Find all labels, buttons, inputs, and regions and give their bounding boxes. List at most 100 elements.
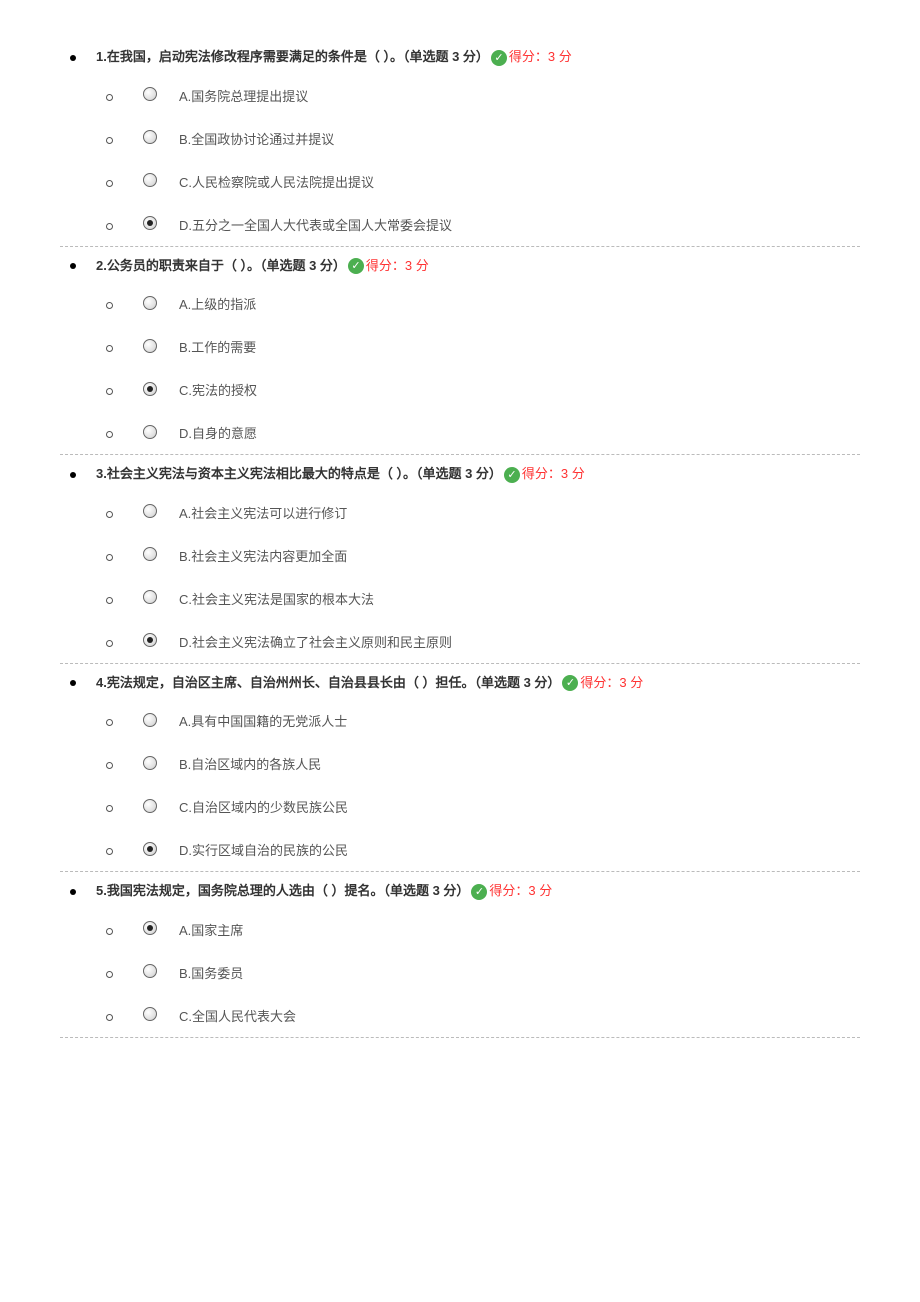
option-row: A.具有中国国籍的无党派人士 — [60, 697, 860, 740]
option-text: D.社会主义宪法确立了社会主义原则和民主原则 — [179, 635, 452, 650]
option-row: B.工作的需要 — [60, 323, 860, 366]
radio-button[interactable] — [143, 87, 157, 101]
radio-button[interactable] — [143, 173, 157, 187]
divider — [60, 246, 860, 247]
bullet-disc-icon — [70, 680, 76, 686]
divider — [60, 1037, 860, 1038]
radio-button[interactable] — [143, 130, 157, 144]
option-row: D.五分之一全国人大代表或全国人大常委会提议 — [60, 201, 860, 244]
option-row: A.社会主义宪法可以进行修订 — [60, 489, 860, 532]
question-text: 4.宪法规定，自治区主席、自治州州长、自治县县长由（ ）担任。（单选题 3 分） — [96, 675, 560, 690]
question-text: 1.在我国，启动宪法修改程序需要满足的条件是（ ）。（单选题 3 分） — [96, 49, 489, 64]
option-text: A.具有中国国籍的无党派人士 — [179, 714, 347, 729]
radio-button[interactable] — [143, 756, 157, 770]
option-text: D.五分之一全国人大代表或全国人大常委会提议 — [179, 218, 452, 233]
bullet-disc-icon — [70, 263, 76, 269]
option-row: B.自治区域内的各族人民 — [60, 740, 860, 783]
option-text: B.自治区域内的各族人民 — [179, 757, 321, 772]
option-row: C.自治区域内的少数民族公民 — [60, 783, 860, 826]
option-row: A.国务院总理提出提议 — [60, 72, 860, 115]
radio-button[interactable] — [143, 425, 157, 439]
bullet-circle-icon — [106, 597, 113, 604]
check-icon: ✓ — [348, 258, 364, 274]
bullet-circle-icon — [106, 762, 113, 769]
option-text: C.自治区域内的少数民族公民 — [179, 800, 348, 815]
option-row: D.社会主义宪法确立了社会主义原则和民主原则 — [60, 618, 860, 661]
radio-button[interactable] — [143, 799, 157, 813]
question-row: 2.公务员的职责来自于（ ）。（单选题 3 分）✓得分：3 分 — [60, 249, 860, 281]
score-label: 得分：3 分 — [366, 258, 429, 273]
radio-button[interactable] — [143, 713, 157, 727]
bullet-disc-icon — [70, 55, 76, 61]
option-row: D.实行区域自治的民族的公民 — [60, 826, 860, 869]
option-text: D.实行区域自治的民族的公民 — [179, 843, 348, 858]
radio-button[interactable] — [143, 633, 157, 647]
score-label: 得分：3 分 — [522, 466, 585, 481]
option-text: A.国务院总理提出提议 — [179, 89, 308, 104]
question-row: 3.社会主义宪法与资本主义宪法相比最大的特点是（ ）。（单选题 3 分）✓得分：… — [60, 457, 860, 489]
option-text: A.上级的指派 — [179, 297, 256, 312]
bullet-circle-icon — [106, 554, 113, 561]
radio-button[interactable] — [143, 964, 157, 978]
bullet-disc-icon — [70, 472, 76, 478]
radio-button[interactable] — [143, 842, 157, 856]
bullet-disc-icon — [70, 889, 76, 895]
option-row: C.社会主义宪法是国家的根本大法 — [60, 575, 860, 618]
option-row: A.国家主席 — [60, 906, 860, 949]
radio-button[interactable] — [143, 296, 157, 310]
radio-button[interactable] — [143, 504, 157, 518]
option-row: C.全国人民代表大会 — [60, 992, 860, 1035]
radio-button[interactable] — [143, 382, 157, 396]
question-text: 5.我国宪法规定，国务院总理的人选由（ ）提名。（单选题 3 分） — [96, 883, 469, 898]
bullet-circle-icon — [106, 388, 113, 395]
option-row: B.国务委员 — [60, 949, 860, 992]
option-text: C.宪法的授权 — [179, 383, 257, 398]
bullet-circle-icon — [106, 719, 113, 726]
bullet-circle-icon — [106, 848, 113, 855]
option-text: C.人民检察院或人民法院提出提议 — [179, 175, 374, 190]
option-text: B.工作的需要 — [179, 340, 256, 355]
bullet-circle-icon — [106, 223, 113, 230]
option-text: B.国务委员 — [179, 966, 243, 981]
question-text: 2.公务员的职责来自于（ ）。（单选题 3 分） — [96, 258, 346, 273]
option-row: A.上级的指派 — [60, 280, 860, 323]
option-row: C.宪法的授权 — [60, 366, 860, 409]
bullet-circle-icon — [106, 1014, 113, 1021]
radio-button[interactable] — [143, 547, 157, 561]
option-text: A.国家主席 — [179, 923, 243, 938]
bullet-circle-icon — [106, 302, 113, 309]
bullet-circle-icon — [106, 511, 113, 518]
bullet-circle-icon — [106, 640, 113, 647]
bullet-circle-icon — [106, 137, 113, 144]
question-row: 5.我国宪法规定，国务院总理的人选由（ ）提名。（单选题 3 分）✓得分：3 分 — [60, 874, 860, 906]
divider — [60, 454, 860, 455]
bullet-circle-icon — [106, 94, 113, 101]
radio-button[interactable] — [143, 590, 157, 604]
option-row: D.自身的意愿 — [60, 409, 860, 452]
option-text: C.社会主义宪法是国家的根本大法 — [179, 592, 374, 607]
divider — [60, 663, 860, 664]
score-label: 得分：3 分 — [489, 883, 552, 898]
question-text: 3.社会主义宪法与资本主义宪法相比最大的特点是（ ）。（单选题 3 分） — [96, 466, 502, 481]
bullet-circle-icon — [106, 805, 113, 812]
option-row: B.社会主义宪法内容更加全面 — [60, 532, 860, 575]
option-text: D.自身的意愿 — [179, 426, 257, 441]
radio-button[interactable] — [143, 921, 157, 935]
check-icon: ✓ — [471, 884, 487, 900]
divider — [60, 871, 860, 872]
option-text: A.社会主义宪法可以进行修订 — [179, 506, 347, 521]
bullet-circle-icon — [106, 180, 113, 187]
option-text: C.全国人民代表大会 — [179, 1009, 296, 1024]
option-row: C.人民检察院或人民法院提出提议 — [60, 158, 860, 201]
radio-button[interactable] — [143, 216, 157, 230]
bullet-circle-icon — [106, 971, 113, 978]
check-icon: ✓ — [504, 467, 520, 483]
score-label: 得分：3 分 — [580, 675, 643, 690]
check-icon: ✓ — [491, 50, 507, 66]
question-row: 4.宪法规定，自治区主席、自治州州长、自治县县长由（ ）担任。（单选题 3 分）… — [60, 666, 860, 698]
radio-button[interactable] — [143, 339, 157, 353]
option-row: B.全国政协讨论通过并提议 — [60, 115, 860, 158]
radio-button[interactable] — [143, 1007, 157, 1021]
score-label: 得分：3 分 — [509, 49, 572, 64]
option-text: B.社会主义宪法内容更加全面 — [179, 549, 347, 564]
